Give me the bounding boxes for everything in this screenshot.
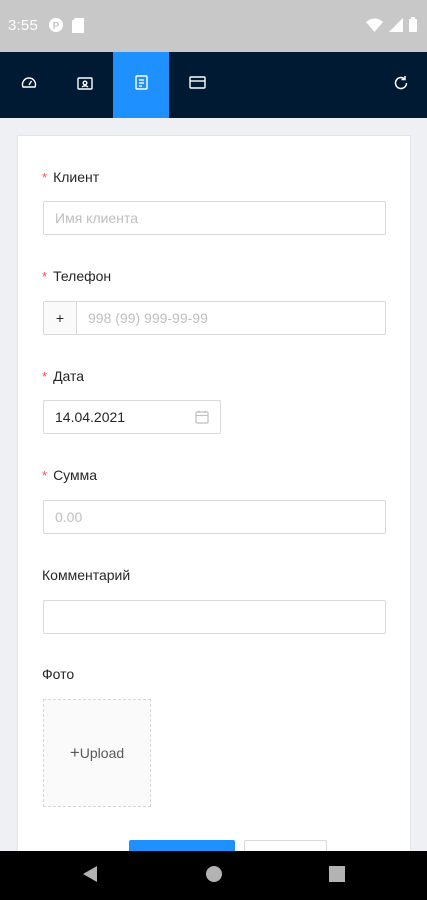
status-right-icons: [366, 17, 417, 37]
phone-prefix-addon: +: [44, 302, 77, 334]
home-button[interactable]: [201, 863, 227, 889]
date-label: * Дата: [42, 368, 85, 384]
photo-upload-button[interactable]: + Upload: [43, 699, 151, 807]
comment-label: Комментарий: [42, 567, 131, 583]
home-icon: [205, 865, 223, 888]
required-mark: *: [42, 170, 48, 185]
dashboard-icon: [21, 75, 37, 96]
calendar-icon: [195, 410, 209, 427]
status-left-icons: P: [48, 17, 84, 38]
client-name-input[interactable]: Имя клиента: [43, 201, 386, 235]
recents-button[interactable]: [324, 863, 350, 889]
svg-text:P: P: [53, 21, 60, 32]
date-value: 14.04.2021: [55, 409, 126, 425]
cell-signal-icon: [389, 17, 403, 37]
sd-card-icon: [72, 17, 84, 38]
recents-icon: [329, 865, 345, 887]
plus-icon: +: [69, 743, 80, 762]
android-nav-bar: [0, 851, 427, 900]
tab-id-card[interactable]: [57, 52, 113, 118]
refresh-icon: [393, 75, 409, 96]
status-time: 3:55: [8, 17, 38, 34]
amount-input[interactable]: 0.00: [43, 500, 386, 534]
refresh-button[interactable]: [375, 52, 427, 118]
credit-card-icon: [188, 76, 206, 94]
battery-icon: [409, 17, 417, 37]
back-button[interactable]: [77, 863, 103, 889]
photo-label: Фото: [42, 666, 75, 682]
comment-input[interactable]: [43, 600, 386, 634]
required-mark: *: [42, 369, 48, 384]
phone-label: * Телефон: [42, 268, 112, 284]
id-card-icon: [77, 76, 93, 95]
status-bar: 3:55 P: [0, 0, 427, 52]
wifi-icon: [366, 18, 383, 37]
required-mark: *: [42, 269, 48, 284]
tab-document[interactable]: [113, 52, 169, 118]
tab-credit-card[interactable]: [169, 52, 225, 118]
top-nav-bar: [0, 52, 427, 118]
client-label: * Клиент: [42, 169, 100, 185]
notification-p-icon: P: [48, 17, 64, 38]
document-icon: [134, 75, 148, 95]
tab-dashboard[interactable]: [0, 52, 57, 118]
amount-placeholder: 0.00: [55, 509, 83, 525]
required-mark: *: [42, 468, 48, 483]
amount-label: * Сумма: [42, 467, 98, 483]
phone-input[interactable]: + 998 (99) 999-99-99: [43, 301, 386, 335]
back-icon: [82, 865, 98, 888]
date-picker-input[interactable]: 14.04.2021: [43, 400, 221, 434]
upload-label: Upload: [79, 745, 125, 761]
phone-placeholder: 998 (99) 999-99-99: [88, 310, 208, 326]
client-name-placeholder: Имя клиента: [55, 210, 138, 226]
